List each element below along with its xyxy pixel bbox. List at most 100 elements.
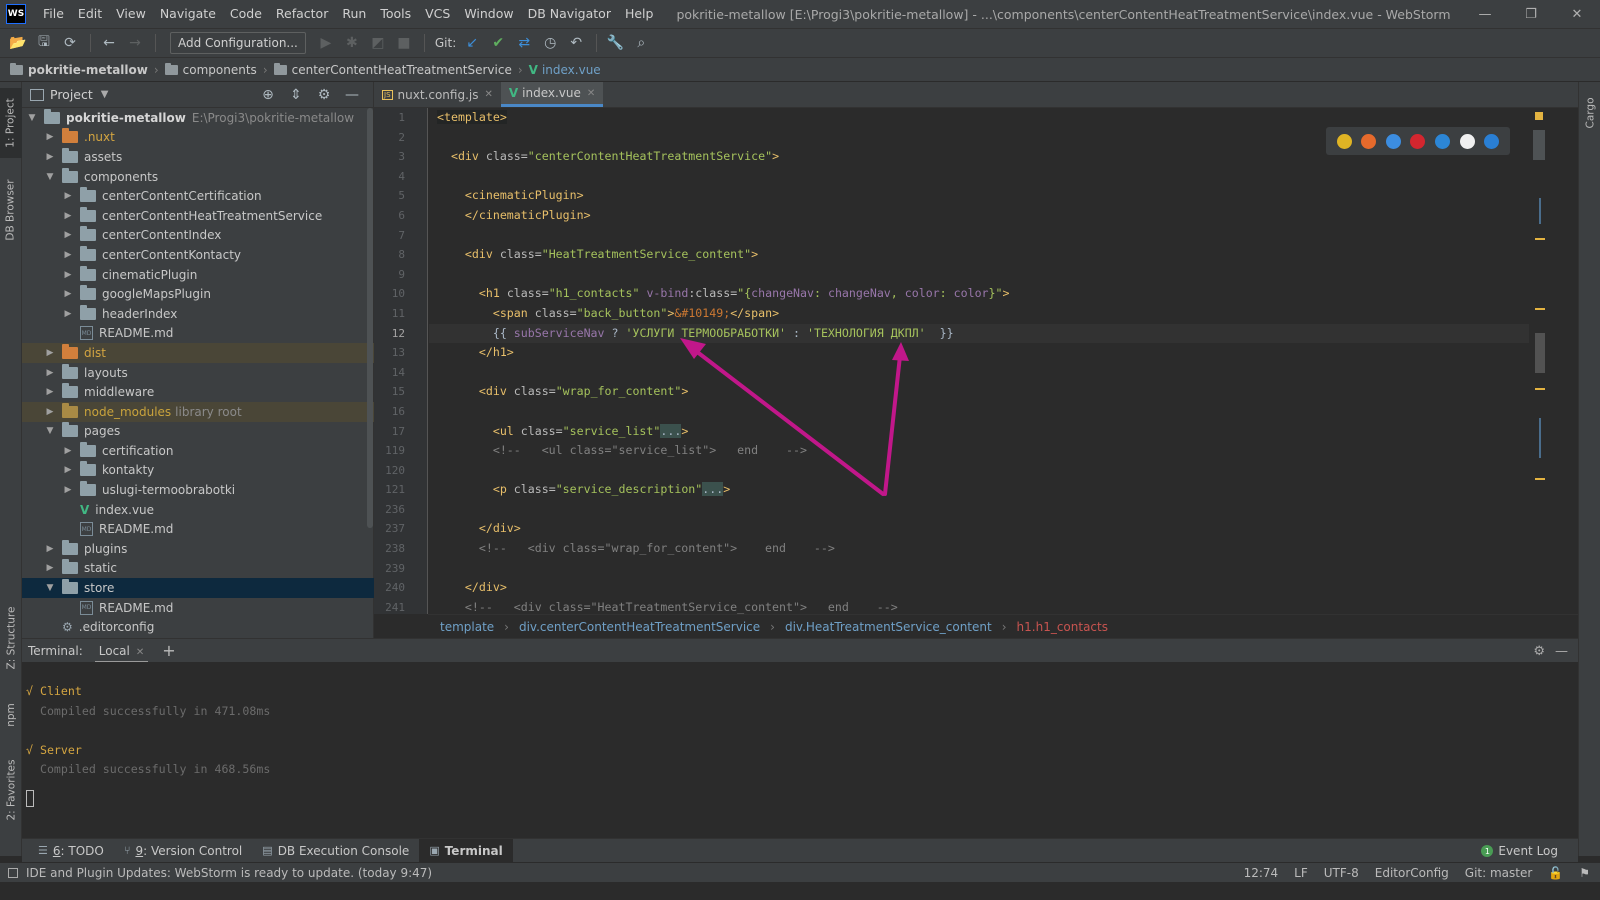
menu-navigate[interactable]: Navigate [153,0,223,28]
tree-item[interactable]: ▶ uslugi-termoobrabotki [22,480,374,500]
code-line[interactable]: <ul class="service_list"...> [429,422,1529,442]
close-tab-icon[interactable]: ✕ [136,647,144,658]
tree-item[interactable]: ▶ .nuxt [22,128,374,148]
caret-position[interactable]: 12:74 [1244,866,1279,880]
safari-icon[interactable] [1385,133,1401,149]
change-marker[interactable] [1539,198,1541,224]
chevron-right-icon[interactable]: ▶ [62,230,74,240]
code-line[interactable] [429,265,1529,285]
code-editor[interactable]: <template> <div class="centerContentHeat… [429,108,1529,614]
tree-item[interactable]: ▶ kontakty [22,461,374,481]
tool-tab-npm[interactable]: npm [0,690,22,740]
terminal-tab-local[interactable]: Local ✕ [94,639,149,663]
menu-help[interactable]: Help [618,0,661,28]
hide-panel-icon[interactable]: — [339,83,365,107]
code-line[interactable]: <cinematicPlugin> [429,186,1529,206]
bottom-tab-terminal[interactable]: ▣ Terminal [419,838,513,863]
chevron-right-icon[interactable]: ▶ [62,250,74,260]
warning-marker[interactable] [1535,112,1543,120]
tree-item[interactable]: ▼ pages [22,422,374,442]
code-line[interactable] [429,402,1529,422]
rollback-icon[interactable]: ↶ [564,31,588,55]
tree-item[interactable]: MD README.md [22,519,374,539]
synchronize-icon[interactable]: ⟳ [58,31,82,55]
tree-item[interactable]: Vindex.vue [22,500,374,520]
code-line[interactable]: <h1 class="h1_contacts" v-bind:class="{c… [429,284,1529,304]
run-icon[interactable]: ▶ [314,31,338,55]
close-icon[interactable]: ✕ [1554,0,1600,28]
git-commit-icon[interactable]: ✔ [486,31,510,55]
tree-item[interactable]: ▶ assets [22,147,374,167]
open-folder-icon[interactable]: 📂 [6,31,30,55]
menu-window[interactable]: Window [457,0,520,28]
bottom-tab-todo[interactable]: ☰ 6: TODO [28,839,114,863]
code-line[interactable]: <!-- <ul class="service_list"> end --> [429,441,1529,461]
code-line[interactable] [429,559,1529,579]
file-encoding[interactable]: UTF-8 [1324,866,1359,880]
menu-view[interactable]: View [109,0,153,28]
editor-tab-index-vue[interactable]: V index.vue ✕ [500,82,604,107]
editor-tab-nuxt-config[interactable]: JS nuxt.config.js ✕ [374,82,501,107]
event-log-button[interactable]: 1 Event Log [1481,839,1558,863]
stop-icon[interactable]: ■ [392,31,416,55]
hide-panel-icon[interactable]: — [1555,644,1568,659]
edge-icon[interactable] [1484,133,1500,149]
chevron-right-icon[interactable]: ▶ [62,485,74,495]
yandex-icon[interactable] [1459,133,1475,149]
code-line[interactable]: <div class="HeatTreatmentService_content… [429,245,1529,265]
debug-icon[interactable]: ✱ [340,31,364,55]
chevron-right-icon[interactable]: ▶ [44,348,56,358]
line-number-gutter[interactable]: 1 2 3 4 5 6 7 8 9 10 11 12 13 14 15 16 17 119 120 121 236 237… [374,108,428,614]
code-line[interactable]: <span class="back_button">&#10149;</span… [429,304,1529,324]
tree-item[interactable]: ⚙ .editorconfig [22,617,374,637]
project-view-selector[interactable]: Project [50,87,93,102]
tool-tab-structure[interactable]: Z: Structure [0,598,22,678]
bottom-tab-db-execution-console[interactable]: ▤ DB Execution Console [252,839,419,863]
nav-crumb-folder[interactable]: centerContentHeatTreatmentService [273,62,512,77]
coverage-icon[interactable]: ◩ [366,31,390,55]
chevron-right-icon[interactable]: ▶ [44,132,56,142]
chevron-right-icon[interactable]: ▶ [44,387,56,397]
tree-item[interactable]: ▶ centerContentHeatTreatmentService [22,206,374,226]
chevron-down-icon[interactable]: ▼ [44,172,56,182]
scroll-thumb[interactable] [1533,130,1545,160]
code-line[interactable]: </div> [429,519,1529,539]
gear-icon[interactable]: ⚙ [1533,644,1545,659]
nav-crumb-components[interactable]: components [164,62,257,77]
forward-arrow-icon[interactable]: → [123,31,147,55]
wrench-settings-icon[interactable]: 🔧 [603,31,627,55]
tree-item[interactable]: ▶ cinematicPlugin [22,265,374,285]
terminal-output[interactable]: √ Client Compiled successfully in 471.08… [22,662,1538,836]
code-line[interactable]: <template> [429,108,1529,128]
tool-tab-cargo[interactable]: Cargo [1579,88,1600,138]
bottom-tab-version-control[interactable]: ⑂ 9: Version Control [114,839,252,863]
breadcrumb-inner-div[interactable]: div.HeatTreatmentService_content [785,620,992,634]
code-line[interactable]: {{ subServiceNav ? 'УСЛУГИ ТЕРМООБРАБОТК… [429,323,1529,344]
lock-icon[interactable]: 🔓 [1548,866,1563,880]
locate-file-icon[interactable]: ⊕ [255,83,281,107]
status-message[interactable]: IDE and Plugin Updates: WebStorm is read… [26,866,432,880]
git-branch[interactable]: Git: master [1465,866,1533,880]
back-arrow-icon[interactable]: ← [97,31,121,55]
tree-item[interactable]: ▶ plugins [22,539,374,559]
code-line[interactable]: <div class="wrap_for_content"> [429,382,1529,402]
close-tab-icon[interactable]: ✕ [587,88,595,99]
menu-vcs[interactable]: VCS [418,0,457,28]
tree-item[interactable]: ▶ centerContentCertification [22,186,374,206]
menu-file[interactable]: File [36,0,71,28]
chevron-right-icon[interactable]: ▶ [44,407,56,417]
tree-item[interactable]: ▼ pokritie-metallow E:\Progi3\pokritie-met… [22,108,374,128]
tree-item[interactable]: ▶ middleware [22,382,374,402]
code-line[interactable]: <!-- <div class="wrap_for_content"> end … [429,539,1529,559]
warning-marker[interactable] [1535,238,1545,240]
tree-item[interactable]: ▶ headerIndex [22,304,374,324]
code-line[interactable]: <p class="service_description"...> [429,480,1529,500]
chevron-right-icon[interactable]: ▶ [62,289,74,299]
chevron-right-icon[interactable]: ▶ [62,446,74,456]
code-line[interactable]: </cinematicPlugin> [429,206,1529,226]
chevron-right-icon[interactable]: ▶ [62,270,74,280]
chevron-right-icon[interactable]: ▶ [62,309,74,319]
new-terminal-icon[interactable]: + [162,641,175,660]
chevron-right-icon[interactable]: ▶ [44,563,56,573]
code-line[interactable]: <!-- <div class="HeatTreatmentService_co… [429,598,1529,614]
